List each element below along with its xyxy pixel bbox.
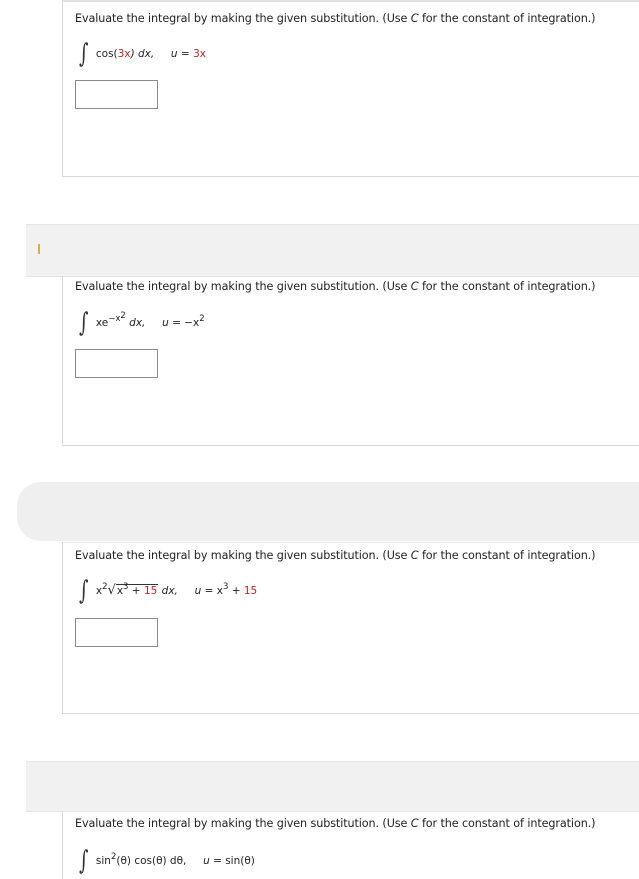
radicand: x3 + 15 [115,582,159,597]
prompt-text-end: for the constant of integration.) [418,817,596,830]
radicand-plus: + [128,585,144,597]
question-separator-2 [17,482,639,541]
prompt-text: Evaluate the integral by making the give… [75,12,411,25]
integrand-base: xe [95,317,109,329]
exp-power: 2 [120,311,126,321]
integrand-exponent: −x2 [108,311,126,324]
subst-eq: = x [201,585,223,597]
integrand: cos( [95,48,118,60]
prompt-text: Evaluate the integral by making the give… [75,280,411,293]
question-separator-1 [26,224,639,277]
progress-marker [38,244,40,254]
answer-input-3[interactable] [75,618,158,647]
radicand-red: 15 [143,585,158,597]
question-separator-3 [26,761,639,812]
prompt-text-end: for the constant of integration.) [418,549,596,562]
subst-eq: = −x [168,317,200,329]
subst-red: 3x [193,48,206,60]
integrand-x-exp: 2 [102,582,108,592]
prompt-text-end: for the constant of integration.) [418,280,596,293]
question-3: Evaluate the integral by making the give… [62,542,639,714]
question-3-math: ∫ x2√x3 + 15 dx, u = x3 + 15 [77,576,258,606]
question-2-prompt: Evaluate the integral by making the give… [75,280,596,293]
integral-icon: ∫ [79,308,89,338]
integrand-sin: sin [95,855,111,867]
question-1: Evaluate the integral by making the give… [62,0,639,177]
integral-icon: ∫ [79,576,89,606]
prompt-text: Evaluate the integral by making the give… [75,549,411,562]
question-2-math: ∫ xe−x2 dx, u = −x2 [77,308,205,338]
prompt-text: Evaluate the integral by making the give… [75,817,411,830]
subst-u: u [170,48,178,60]
question-2: Evaluate the integral by making the give… [62,276,639,446]
exp-text: −x [108,314,121,324]
question-1-math: ∫ cos(3x) dx, u = 3x [77,39,206,69]
question-4-math: ∫ sin2(θ) cos(θ) dθ, u = sin(θ) [77,846,255,876]
subst-red: 15 [243,585,258,597]
integral-icon: ∫ [79,846,89,876]
subst-exp: 3 [222,582,229,592]
integrand-end: dx, [158,585,178,597]
answer-input-2[interactable] [75,349,158,378]
question-4-prompt: Evaluate the integral by making the give… [75,817,596,830]
integrand-end: dx, [125,317,146,329]
integrand-sin-exp: 2 [110,852,117,862]
subst-eq: = sin(θ) [209,855,255,867]
integrand-red: 3x [117,48,131,60]
integrand-rest: (θ) cos(θ) dθ, [116,855,187,867]
subst-u: u [203,855,210,867]
question-4: Evaluate the integral by making the give… [62,811,639,879]
question-1-prompt: Evaluate the integral by making the give… [75,12,596,25]
subst-u: u [162,317,169,329]
integral-icon: ∫ [79,39,89,69]
answer-input-1[interactable] [75,80,158,109]
integrand-end: ) dx, [130,48,155,60]
subst-eq: = [177,48,194,60]
subst-plus: + [228,585,244,597]
subst-exp: 2 [199,314,205,324]
prompt-text-end: for the constant of integration.) [418,12,596,25]
question-3-prompt: Evaluate the integral by making the give… [75,549,596,562]
radicand-exp: 3 [123,582,129,592]
sqrt-icon: √ [107,583,116,598]
